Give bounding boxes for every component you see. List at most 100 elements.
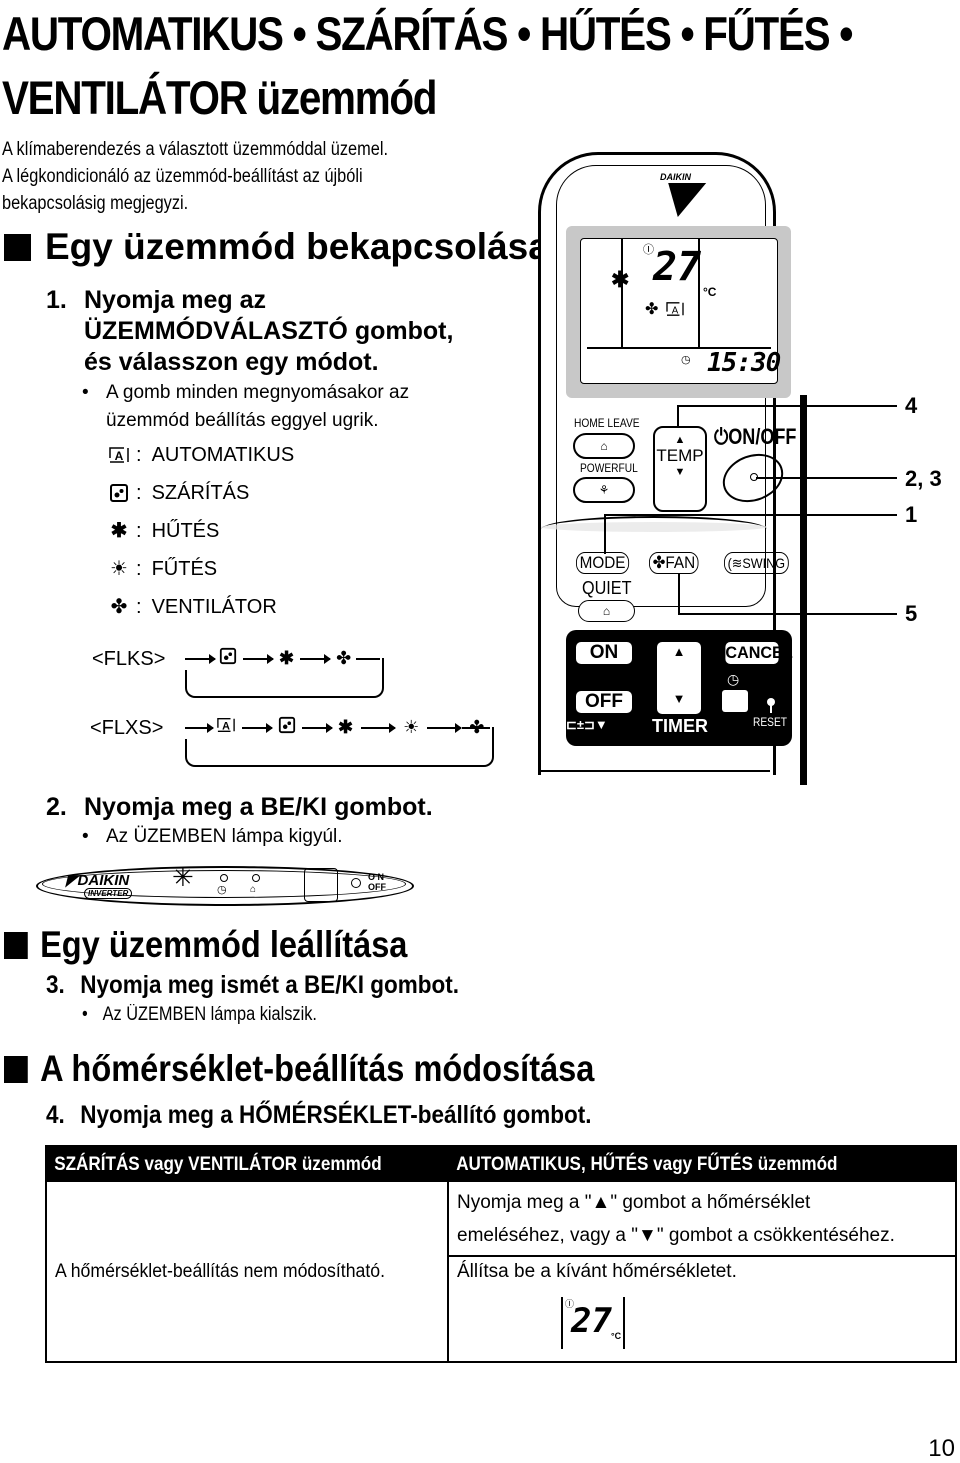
mode-item-auto: A: AUTOMATIKUS [108,443,294,467]
sequence-flxs: A ✱ ☀ ✤ [185,716,489,739]
fan-button[interactable]: ✤FAN [649,552,699,574]
timer-label: TIMER [652,716,708,736]
home-leave-button[interactable]: ⌂ [573,433,635,459]
lcd-temperature: 27 [653,244,702,290]
timer-down-icon[interactable]: ▼ [657,691,701,706]
table-header-col1: SZÁRÍTÁS vagy VENTILÁTOR üzemmód [47,1147,382,1182]
intro-line: A klímaberendezés a választott üzemmódda… [2,139,389,160]
fan-mode-icon: ✤ [110,596,128,618]
svg-text:A: A [115,449,124,463]
swing-button[interactable]: (≋SWING [724,552,789,574]
timer-up-icon[interactable]: ▲ [657,644,701,659]
temp-up-icon[interactable]: ▲ [655,434,705,446]
remote-bottom-edge [538,770,770,772]
section-heading-start: Egy üzemmód bekapcsolása [4,228,549,265]
step-2-bullet: • Az ÜZEMBEN lámpa kigyúl. [82,826,343,847]
page-number: 10 [928,1435,955,1462]
timer-cancel-button[interactable]: CANCEL [725,642,793,664]
callout-1: 1 [905,502,918,527]
step-text: Nyomja meg az [84,286,267,314]
powerful-icon: ⚘ [598,483,610,497]
step-3: 3. Nyomja meg ismét a BE/KI gombot. [46,970,459,1001]
brand-text: DAIKIN [77,872,130,889]
timer-lamp [220,874,228,882]
step-number: 4. [46,1101,65,1129]
dry-mode-icon [219,647,237,670]
mode-item-dry: : SZÁRÍTÁS [108,481,249,505]
heat-mode-icon: ☀ [110,558,128,580]
table-cell-col1: A hőmérséklet-beállítás nem módosítható. [55,1261,386,1282]
timer-adjust-button[interactable]: ▲ ▼ [657,642,701,714]
cell-text: emeléséhez, vagy a " [457,1225,639,1246]
mode-button[interactable]: MODE [576,552,630,574]
step-text: Nyomja meg ismét a BE/KI gombot. [80,971,460,999]
table-cell-col2-line1: Nyomja meg a "▲" gombot a hőmérséklet [457,1192,810,1214]
temperature-display: Ⓘ 27 °C [561,1297,625,1349]
mode-label: VENTILÁTOR [151,596,277,618]
clock-set-button[interactable] [722,690,748,712]
onoff-label: ⏻ON/OFF [714,424,796,450]
cell-text: " gombot a csökkentéséhez. [656,1225,895,1246]
timer-off-button[interactable]: OFF [576,691,632,713]
cell-text: Nyomja meg a " [457,1192,592,1213]
step-1: 1. Nyomja meg az ÜZEMMÓDVÁLASZTÓ gombot, … [46,285,453,378]
step-text: Nyomja meg a BE/KI gombot. [84,793,433,821]
indoor-onoff-switch[interactable] [351,878,361,888]
quiet-label: QUIET [582,578,632,598]
mode-item-fan: ✤: VENTILÁTOR [108,595,277,619]
powerful-button[interactable]: ⚘ [573,477,635,503]
section-heading-text: A hőmérséklet-beállítás módosítása [40,1048,595,1089]
off-text: OFF [368,882,386,892]
daikin-logo-icon: ◤ [66,872,78,889]
table-cell-col2-line2: emeléséhez, vagy a "▼" gombot a csökkent… [457,1225,895,1247]
mode-label: HŰTÉS [151,520,220,542]
cell-text: " gombot a hőmérséklet [610,1192,811,1213]
bullet-text: üzemmód beállítás eggyel ugrik. [106,410,379,431]
up-arrow-icon: ▲ [591,1192,611,1213]
quiet-button[interactable]: ⌂ [578,600,635,622]
svg-text:A: A [672,305,679,316]
mode-label: SZÁRÍTÁS [151,482,250,504]
auto-mode-icon: A [216,716,236,739]
intro-line: A légkondicionáló az üzemmód-beállítást … [2,166,363,187]
bullet-text: Az ÜZEMBEN lámpa kigyúl. [106,826,343,847]
step-text: Nyomja meg a HŐMÉRSÉKLET-beállító gombot… [80,1101,592,1129]
fan-mode-icon: ✤ [336,648,352,668]
lcd-clock: 15:30 [707,348,781,378]
lcd-display: ✱ Ⓘ 27 °C ✤ A ◷ 15:30 [580,238,781,384]
cool-mode-icon: ✱ [338,717,354,737]
step-number: 2. [46,793,67,821]
temp-button[interactable]: ▲ TEMP ▼ [653,426,707,512]
section-bullet-square [4,932,28,959]
timer-on-button[interactable]: ON [576,642,632,664]
battery-icon: ⊏±⊐▼ [566,717,608,732]
home-leave-icon: ⌂ [600,439,608,453]
sequence-flks: ✱ ✤ [185,647,356,670]
section-heading-text: Egy üzemmód leállítása [40,924,408,965]
callout-4: 4 [905,393,918,418]
mode-item-heat: ☀: FŰTÉS [108,557,217,581]
step-text: és válasszon egy módot. [84,348,379,376]
mode-item-cool: ✱: HŰTÉS [108,519,220,543]
callout-2-3: 2, 3 [905,466,942,491]
on-text: O N [368,872,385,882]
fan-label: FAN [665,553,696,572]
auto-mode-icon: A [108,444,130,466]
indoor-brand: ◤DAIKIN [66,871,129,889]
powerful-label: POWERFUL [580,461,638,475]
temp-down-icon[interactable]: ▼ [655,466,705,478]
step-text: ÜZEMMÓDVÁLASZTÓ gombot, [84,317,454,345]
inverter-badge: INVERTER [84,888,133,899]
temperature-mode-table: SZÁRÍTÁS vagy VENTILÁTOR üzemmód AUTOMAT… [45,1145,957,1363]
temp-label: TEMP [656,446,704,465]
down-arrow-icon: ▼ [638,1225,657,1246]
remote-brand: DAIKIN [660,172,691,182]
mode-label: FŰTÉS [151,558,218,580]
fan-icon: ✤ [652,553,666,572]
home-leave-lamp [252,874,260,882]
step-2: 2. Nyomja meg a BE/KI gombot. [46,792,433,823]
bullet-text: Az ÜZEMBEN lámpa kialszik. [102,1004,317,1025]
table-header-col2: AUTOMATIKUS, HŰTÉS vagy FŰTÉS üzemmód [449,1147,838,1182]
clock-icon: ◷ [217,884,227,896]
svg-text:A: A [222,721,230,733]
